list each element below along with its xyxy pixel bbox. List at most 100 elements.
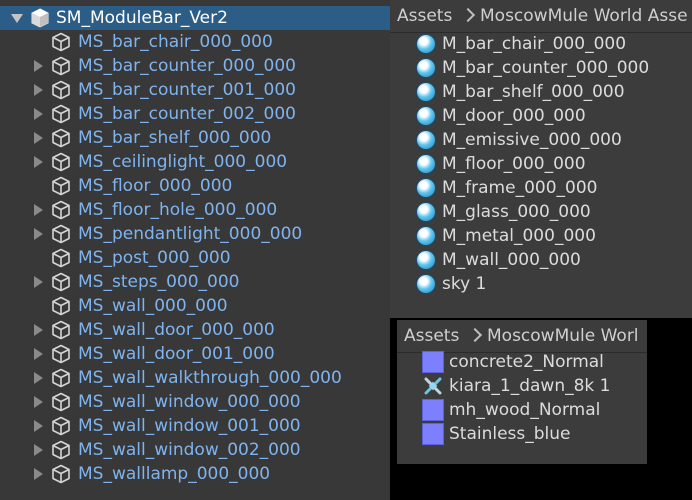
hierarchy-item-label: MS_wall_walkthrough_000_000 bbox=[78, 368, 342, 388]
breadcrumb: Assets MoscowMule World Asse bbox=[390, 0, 692, 33]
hierarchy-item-label: MS_bar_shelf_000_000 bbox=[78, 128, 272, 148]
material-sphere-icon bbox=[417, 179, 435, 197]
texture-item[interactable]: Stainless_blue bbox=[397, 422, 647, 446]
hierarchy-item-label: MS_bar_chair_000_000 bbox=[78, 32, 273, 52]
hierarchy-item[interactable]: MS_wall_door_000_000 bbox=[0, 318, 390, 342]
breadcrumb: Assets MoscowMule Worl bbox=[397, 320, 647, 353]
expand-arrow-icon[interactable] bbox=[34, 132, 43, 144]
hierarchy-item[interactable]: MS_bar_shelf_000_000 bbox=[0, 126, 390, 150]
hierarchy-item[interactable]: MS_bar_counter_002_000 bbox=[0, 102, 390, 126]
material-sphere-icon bbox=[417, 59, 435, 77]
hierarchy-item[interactable]: MS_bar_counter_001_000 bbox=[0, 78, 390, 102]
expand-arrow-icon[interactable] bbox=[34, 60, 43, 72]
prefab-cube-icon bbox=[52, 224, 70, 244]
material-item[interactable]: sky 1 bbox=[390, 272, 692, 296]
material-sphere-icon bbox=[417, 107, 435, 125]
texture-item-label: concrete2_Normal bbox=[449, 352, 604, 372]
hierarchy-item[interactable]: MS_wall_window_000_000 bbox=[0, 390, 390, 414]
hierarchy-item[interactable]: MS_wall_door_001_000 bbox=[0, 342, 390, 366]
expand-arrow-icon[interactable] bbox=[34, 396, 43, 408]
hdr-texture-icon bbox=[424, 377, 442, 395]
hierarchy-item[interactable]: MS_walllamp_000_000 bbox=[0, 462, 390, 486]
prefab-cube-icon bbox=[52, 248, 70, 268]
hierarchy-item[interactable]: MS_wall_window_002_000 bbox=[0, 438, 390, 462]
expand-arrow-icon[interactable] bbox=[34, 276, 43, 288]
texture-item-label: mh_wood_Normal bbox=[449, 400, 601, 420]
expand-arrow-icon[interactable] bbox=[34, 156, 43, 168]
breadcrumb-chevron-icon bbox=[460, 7, 476, 23]
hierarchy-item-label: MS_bar_counter_000_000 bbox=[78, 56, 296, 76]
expand-arrow-icon[interactable] bbox=[34, 84, 43, 96]
hierarchy-item-label: MS_bar_counter_001_000 bbox=[78, 80, 296, 100]
hierarchy-item[interactable]: MS_steps_000_000 bbox=[0, 270, 390, 294]
prefab-cube-icon bbox=[52, 368, 70, 388]
material-item[interactable]: M_bar_shelf_000_000 bbox=[390, 80, 692, 104]
prefab-cube-icon bbox=[52, 392, 70, 412]
hierarchy-item-label: MS_wall_door_000_000 bbox=[78, 320, 275, 340]
expand-arrow-icon[interactable] bbox=[34, 108, 43, 120]
texture-swatch-icon bbox=[422, 351, 444, 373]
hierarchy-item[interactable]: MS_bar_counter_000_000 bbox=[0, 54, 390, 78]
hierarchy-item[interactable]: MS_floor_000_000 bbox=[0, 174, 390, 198]
hierarchy-item[interactable]: MS_floor_hole_000_000 bbox=[0, 198, 390, 222]
material-item-label: M_floor_000_000 bbox=[442, 154, 586, 174]
expand-arrow-icon[interactable] bbox=[11, 14, 23, 23]
hierarchy-item-label: MS_wall_window_002_000 bbox=[78, 440, 301, 460]
hierarchy-root-row[interactable]: SM_ModuleBar_Ver2 bbox=[0, 6, 390, 30]
prefab-cube-icon bbox=[52, 152, 70, 172]
material-item[interactable]: M_bar_chair_000_000 bbox=[390, 32, 692, 56]
texture-item[interactable]: concrete2_Normal bbox=[397, 350, 647, 374]
material-item-label: sky 1 bbox=[442, 274, 487, 294]
texture-swatch-icon bbox=[422, 423, 444, 445]
hierarchy-item[interactable]: MS_post_000_000 bbox=[0, 246, 390, 270]
expand-arrow-icon[interactable] bbox=[34, 324, 43, 336]
expand-arrow-icon[interactable] bbox=[34, 228, 43, 240]
texture-item[interactable]: mh_wood_Normal bbox=[397, 398, 647, 422]
breadcrumb-assets[interactable]: Assets bbox=[404, 320, 459, 352]
hierarchy-item[interactable]: MS_bar_chair_000_000 bbox=[0, 30, 390, 54]
expand-arrow-icon[interactable] bbox=[34, 348, 43, 360]
material-item[interactable]: M_metal_000_000 bbox=[390, 224, 692, 248]
material-item[interactable]: M_floor_000_000 bbox=[390, 152, 692, 176]
hierarchy-item[interactable]: MS_ceilinglight_000_000 bbox=[0, 150, 390, 174]
expand-arrow-icon[interactable] bbox=[34, 468, 43, 480]
prefab-cube-icon bbox=[52, 104, 70, 124]
hierarchy-item-label: MS_wall_window_001_000 bbox=[78, 416, 301, 436]
material-item-label: M_glass_000_000 bbox=[442, 202, 591, 222]
prefab-cube-icon bbox=[52, 296, 70, 316]
hierarchy-item[interactable]: MS_pendantlight_000_000 bbox=[0, 222, 390, 246]
texture-item[interactable]: kiara_1_dawn_8k 1 bbox=[397, 374, 647, 398]
material-item[interactable]: M_frame_000_000 bbox=[390, 176, 692, 200]
prefab-cube-icon bbox=[52, 440, 70, 460]
expand-arrow-icon[interactable] bbox=[34, 444, 43, 456]
prefab-cube-icon bbox=[52, 464, 70, 484]
hierarchy-item[interactable]: MS_wall_000_000 bbox=[0, 294, 390, 318]
expand-arrow-icon[interactable] bbox=[34, 204, 43, 216]
material-item-label: M_metal_000_000 bbox=[442, 226, 596, 246]
material-item-label: M_bar_chair_000_000 bbox=[442, 34, 627, 54]
prefab-cube-icon bbox=[52, 32, 70, 52]
material-item[interactable]: M_bar_counter_000_000 bbox=[390, 56, 692, 80]
breadcrumb-assets[interactable]: Assets bbox=[397, 0, 452, 32]
material-item[interactable]: M_wall_000_000 bbox=[390, 248, 692, 272]
prefab-cube-icon bbox=[52, 128, 70, 148]
material-item-label: M_frame_000_000 bbox=[442, 178, 598, 198]
hierarchy-item[interactable]: MS_wall_walkthrough_000_000 bbox=[0, 366, 390, 390]
material-item[interactable]: M_glass_000_000 bbox=[390, 200, 692, 224]
texture-item-label: Stainless_blue bbox=[449, 424, 571, 444]
material-item[interactable]: M_emissive_000_000 bbox=[390, 128, 692, 152]
material-item-label: M_bar_counter_000_000 bbox=[442, 58, 650, 78]
breadcrumb-folder[interactable]: MoscowMule Worl bbox=[487, 320, 639, 352]
expand-arrow-icon[interactable] bbox=[34, 372, 43, 384]
texture-swatch-icon bbox=[422, 399, 444, 421]
material-item[interactable]: M_door_000_000 bbox=[390, 104, 692, 128]
breadcrumb-folder[interactable]: MoscowMule World Asse bbox=[480, 0, 688, 32]
prefab-cube-icon bbox=[52, 56, 70, 76]
expand-arrow-icon[interactable] bbox=[34, 420, 43, 432]
hierarchy-item[interactable]: MS_wall_window_001_000 bbox=[0, 414, 390, 438]
hierarchy-item-label: MS_wall_000_000 bbox=[78, 296, 228, 316]
prefab-cube-icon bbox=[52, 176, 70, 196]
prefab-cube-icon bbox=[52, 80, 70, 100]
project-materials-panel: Assets MoscowMule World Asse M_bar_chair… bbox=[390, 0, 692, 318]
material-sphere-icon bbox=[417, 227, 435, 245]
